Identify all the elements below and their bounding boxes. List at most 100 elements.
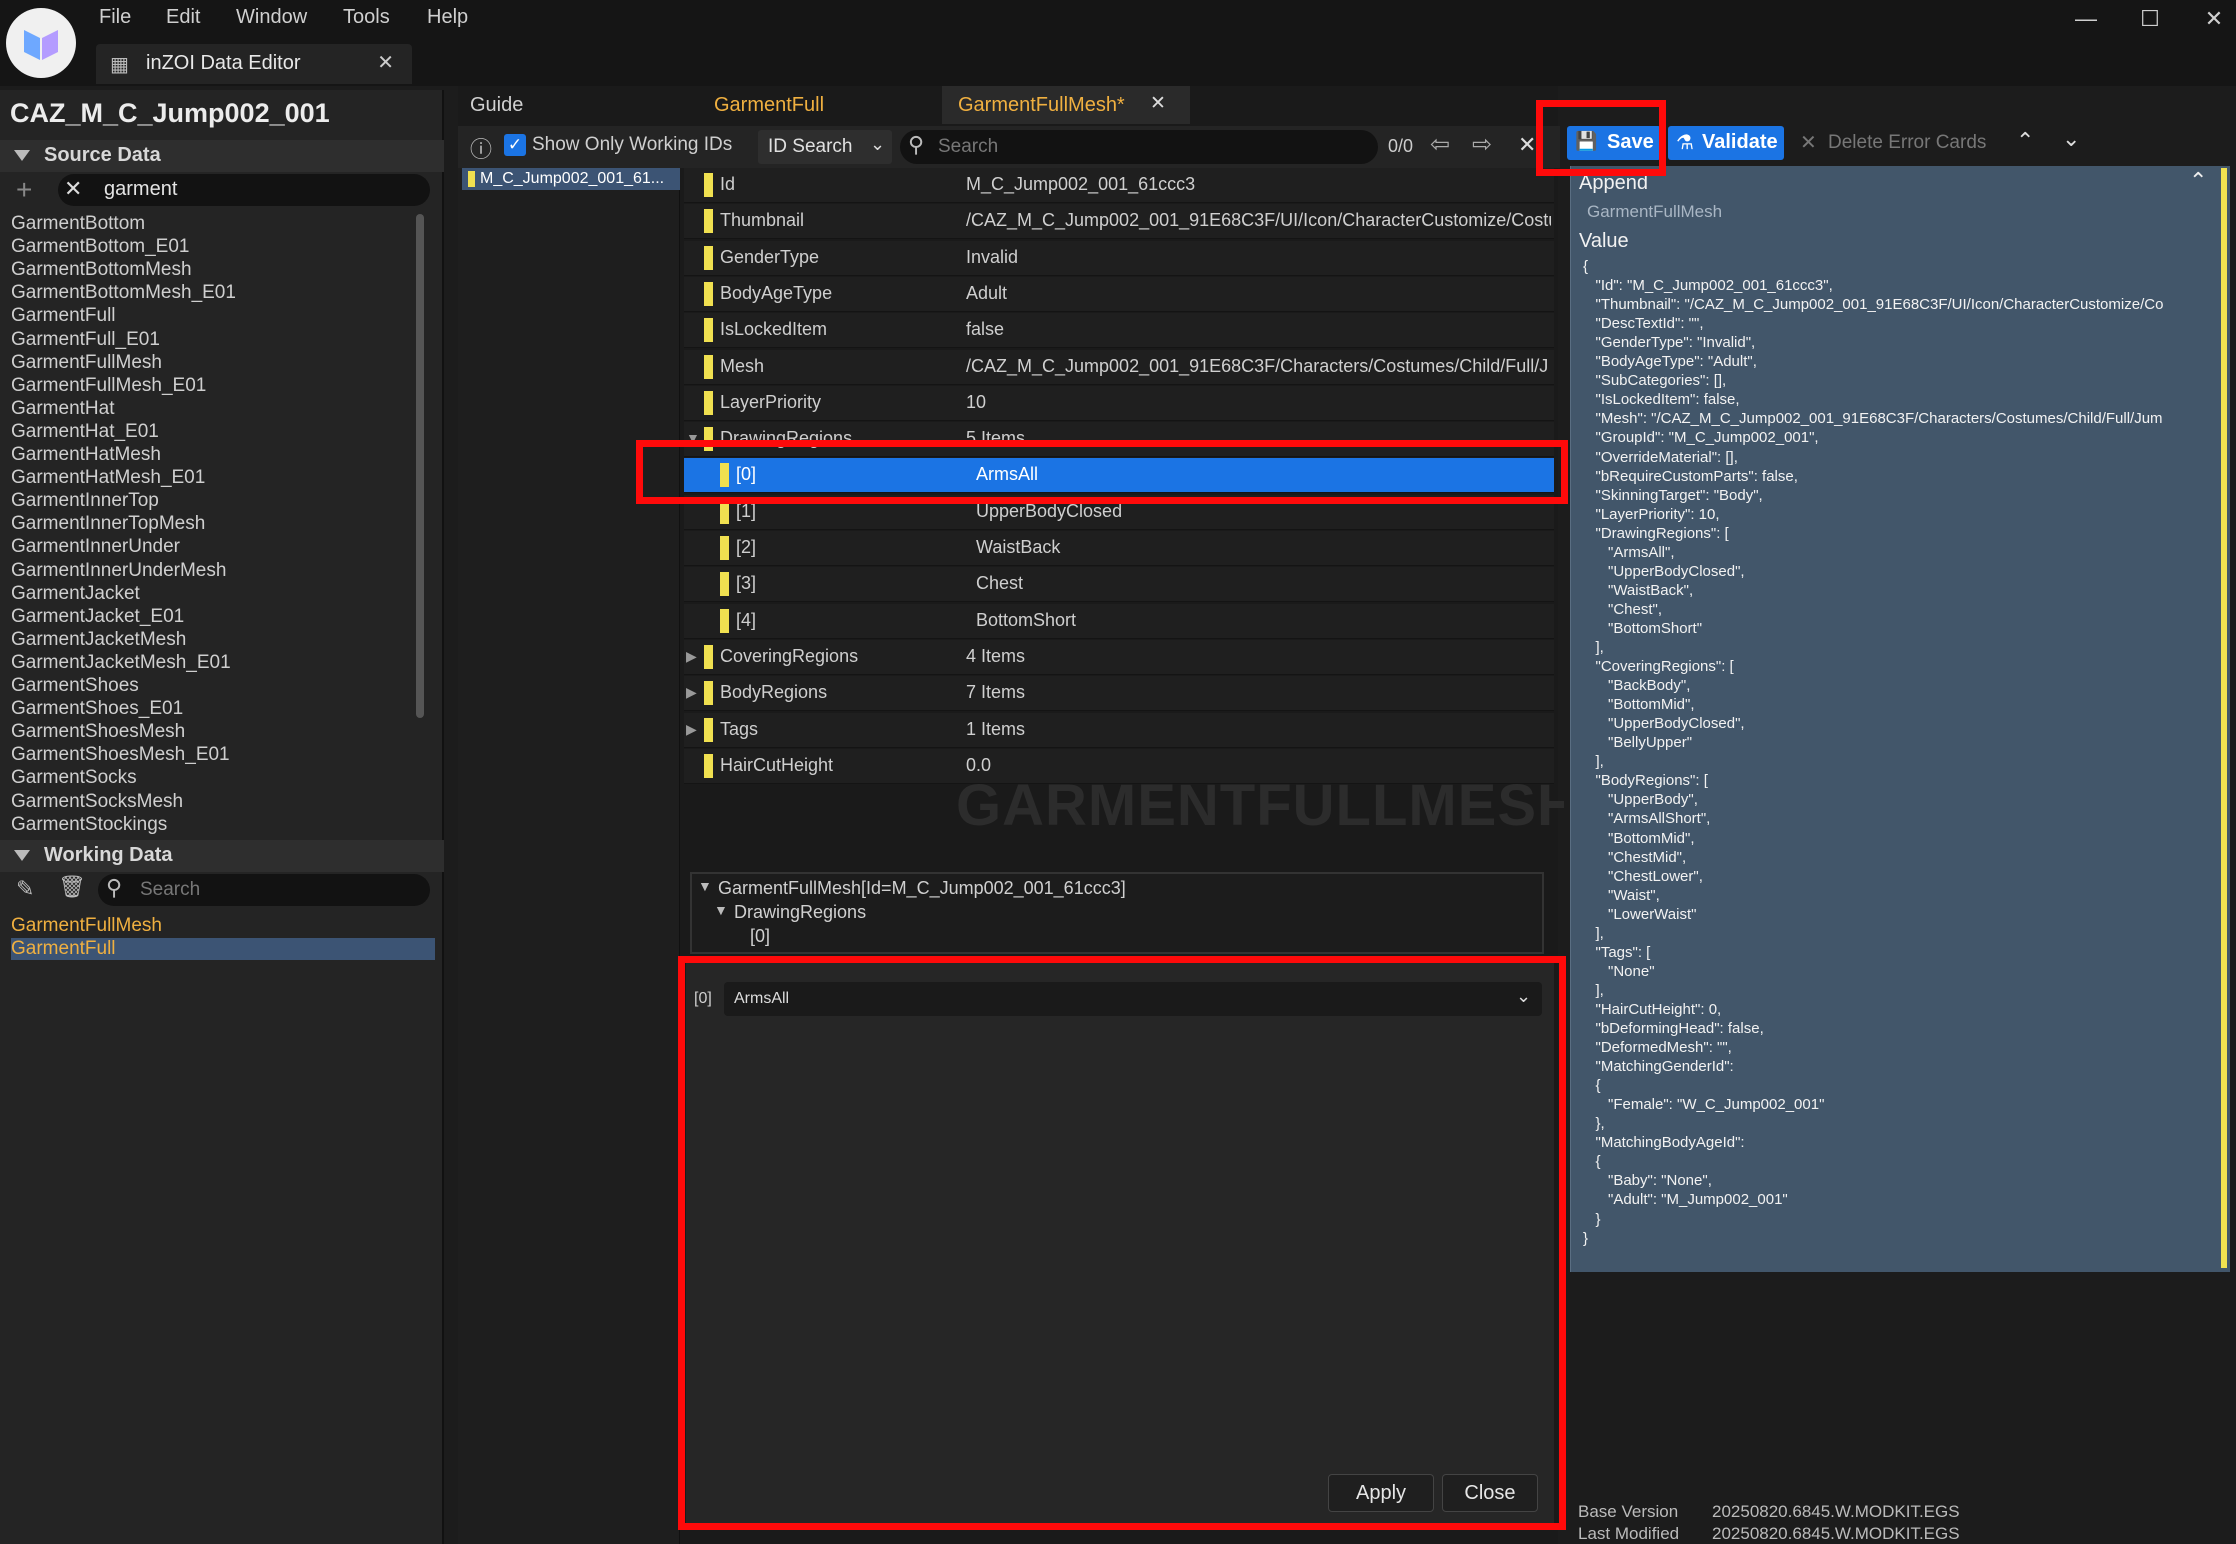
next-result-icon[interactable]: ⇨	[1472, 130, 1492, 159]
drawing-region-row[interactable]: [2] WaistBack	[684, 531, 1554, 566]
menu-window[interactable]: Window	[236, 6, 307, 29]
maximize-icon[interactable]: ☐	[2130, 6, 2170, 32]
source-list-item[interactable]: GarmentBottomMesh	[11, 258, 192, 281]
property-value[interactable]: 1 Items	[966, 719, 1551, 740]
source-list-item[interactable]: GarmentHat_E01	[11, 420, 159, 443]
json-scrollbar[interactable]	[2221, 168, 2227, 1268]
source-list-item[interactable]: GarmentFull	[11, 304, 116, 327]
source-list-item[interactable]: GarmentSocksMesh	[11, 790, 183, 813]
working-search-input[interactable]: ⚲ Search	[98, 874, 430, 906]
menu-help[interactable]: Help	[427, 6, 468, 29]
source-list-item[interactable]: GarmentSocks	[11, 766, 137, 789]
property-row[interactable]: Thumbnail/CAZ_M_C_Jump002_001_91E68C3F/U…	[684, 204, 1554, 240]
source-list-item[interactable]: GarmentShoesMesh	[11, 720, 185, 743]
help-icon[interactable]: ⓘ	[470, 132, 492, 164]
source-list-item[interactable]: GarmentInnerTopMesh	[11, 512, 205, 535]
edit-pencil-icon[interactable]: ✎	[16, 876, 34, 902]
source-list-item[interactable]: GarmentFull_E01	[11, 328, 160, 351]
property-row[interactable]: GenderType Invalid	[684, 240, 1554, 276]
minimize-icon[interactable]: —	[2066, 6, 2106, 32]
source-list-item[interactable]: GarmentHatMesh_E01	[11, 466, 205, 489]
source-list-item[interactable]: GarmentFullMesh	[11, 351, 162, 374]
property-row[interactable]: Id M_C_Jump002_001_61ccc3	[684, 168, 1554, 203]
expand-arrow-icon[interactable]: ▶	[686, 684, 697, 701]
source-list-scrollbar[interactable]	[416, 214, 424, 718]
property-value[interactable]: false	[966, 319, 1551, 340]
source-list-item[interactable]: GarmentShoesMesh_E01	[11, 743, 230, 766]
path-leaf[interactable]: [0]	[750, 926, 770, 947]
collapse-up-icon[interactable]: ⌃	[2189, 168, 2207, 194]
property-value[interactable]: WaistBack	[976, 537, 1561, 558]
source-list-item[interactable]: GarmentBottomMesh_E01	[11, 281, 236, 304]
property-row[interactable]: BodyAgeType Adult	[684, 276, 1554, 312]
trash-icon[interactable]: 🗑	[58, 874, 86, 900]
document-tab-close-icon[interactable]: ✕	[377, 50, 394, 75]
property-value[interactable]: 10	[966, 392, 1551, 413]
source-list-item[interactable]: GarmentBottom	[11, 212, 145, 235]
menu-file[interactable]: File	[99, 6, 131, 29]
source-list-item[interactable]: GarmentHat	[11, 397, 114, 420]
source-list-item[interactable]: GarmentBottom_E01	[11, 235, 189, 258]
id-list-item-selected[interactable]: M_C_Jump002_001_61...	[462, 168, 680, 190]
clear-search-icon[interactable]: ✕	[64, 176, 82, 202]
tab-garmentfullmesh[interactable]: GarmentFullMesh*	[958, 86, 1125, 124]
path-root[interactable]: GarmentFullMesh[Id=M_C_Jump002_001_61ccc…	[718, 878, 1126, 899]
id-search-dropdown[interactable]: ID Search ⌄	[758, 130, 892, 164]
property-value[interactable]: M_C_Jump002_001_61ccc3	[966, 174, 1551, 195]
drawing-region-row[interactable]: [4] BottomShort	[684, 603, 1554, 639]
property-value[interactable]: 4 Items	[966, 646, 1551, 667]
source-list-item[interactable]: GarmentJacketMesh	[11, 628, 186, 651]
source-list-item[interactable]: GarmentInnerUnder	[11, 535, 180, 558]
source-list-item[interactable]: GarmentJacket	[11, 582, 140, 605]
property-value[interactable]: Chest	[976, 573, 1561, 594]
chevron-up-icon[interactable]: ⌃	[2016, 128, 2034, 154]
property-value[interactable]: BottomShort	[976, 610, 1561, 631]
property-row[interactable]: ▶ CoveringRegions 4 Items	[684, 639, 1554, 675]
property-value[interactable]: Adult	[966, 283, 1551, 304]
property-value[interactable]: /CAZ_M_C_Jump002_001_91E68C3F/Characters…	[966, 356, 1551, 377]
add-icon[interactable]: +	[16, 174, 32, 206]
property-value[interactable]: 7 Items	[966, 682, 1551, 703]
tab-close-icon[interactable]: ✕	[1150, 92, 1166, 115]
property-row[interactable]: ▶ Tags 1 Items	[684, 712, 1554, 748]
delete-error-cards-button[interactable]: Delete Error Cards	[1828, 132, 1986, 154]
tab-garmentfull[interactable]: GarmentFull	[714, 86, 824, 124]
expand-arrow-icon[interactable]: ▶	[686, 648, 697, 665]
source-list-item[interactable]: GarmentShoes_E01	[11, 697, 183, 720]
property-row[interactable]: Mesh/CAZ_M_C_Jump002_001_91E68C3F/Charac…	[684, 349, 1554, 385]
source-list-item[interactable]: GarmentHatMesh	[11, 443, 161, 466]
source-list-item[interactable]: GarmentInnerTop	[11, 489, 159, 512]
chevron-down-icon[interactable]: ⌄	[2062, 126, 2080, 152]
source-search-input[interactable]: ✕ garment	[58, 174, 430, 206]
working-item[interactable]: GarmentFullMesh	[11, 914, 162, 937]
source-list-item[interactable]: GarmentInnerUnderMesh	[11, 559, 226, 582]
source-list-item[interactable]: GarmentJacketMesh_E01	[11, 651, 231, 674]
property-search-input[interactable]: ⚲ Search	[900, 130, 1378, 164]
property-value[interactable]: Invalid	[966, 247, 1551, 268]
validate-button[interactable]: ⚗ Validate	[1668, 126, 1784, 160]
expand-arrow-icon[interactable]: ▼	[698, 878, 712, 894]
source-list-item[interactable]: GarmentStockings	[11, 813, 167, 836]
property-value[interactable]: /CAZ_M_C_Jump002_001_91E68C3F/UI/Icon/Ch…	[966, 210, 1551, 231]
drawing-region-row[interactable]: [3] Chest	[684, 567, 1554, 603]
show-working-checkbox[interactable]: ✓	[504, 134, 526, 156]
tab-guide[interactable]: Guide	[470, 86, 523, 124]
source-data-header[interactable]: Source Data	[0, 140, 444, 172]
document-tab[interactable]: ▦ inZOI Data Editor ✕	[96, 44, 412, 84]
close-window-icon[interactable]: ✕	[2194, 6, 2234, 32]
property-row[interactable]: ▶ BodyRegions 7 Items	[684, 676, 1554, 712]
source-list-item[interactable]: GarmentShoes	[11, 674, 139, 697]
property-row[interactable]: IsLockedItem false	[684, 313, 1554, 349]
working-item[interactable]: GarmentFull	[11, 937, 116, 960]
property-row[interactable]: LayerPriority 10	[684, 385, 1554, 421]
working-data-header[interactable]: Working Data	[0, 840, 444, 872]
path-child[interactable]: DrawingRegions	[734, 902, 866, 923]
expand-arrow-icon[interactable]: ▶	[686, 721, 697, 738]
close-search-icon[interactable]: ✕	[1518, 132, 1536, 158]
source-list-item[interactable]: GarmentJacket_E01	[11, 605, 184, 628]
menu-tools[interactable]: Tools	[343, 6, 390, 29]
prev-result-icon[interactable]: ⇦	[1430, 130, 1450, 159]
source-list-item[interactable]: GarmentFullMesh_E01	[11, 374, 206, 397]
expand-arrow-icon[interactable]: ▼	[714, 902, 728, 918]
menu-edit[interactable]: Edit	[166, 6, 200, 29]
